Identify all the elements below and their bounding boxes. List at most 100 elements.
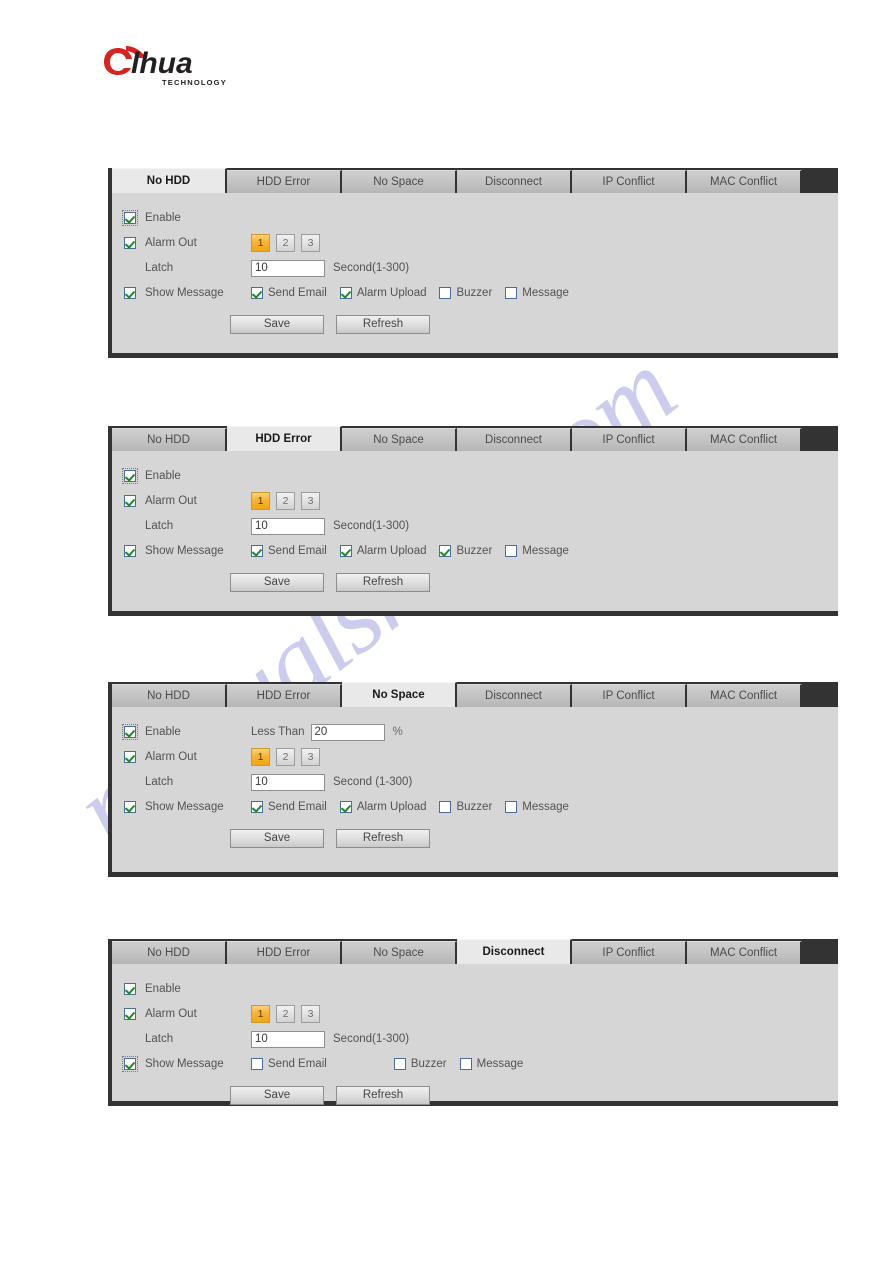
tab-disconnect[interactable]: Disconnect bbox=[457, 170, 572, 193]
send-email-label: Send Email bbox=[268, 801, 327, 813]
show-message-label: Show Message bbox=[145, 801, 224, 813]
save-button[interactable]: Save bbox=[230, 829, 324, 848]
message-checkbox[interactable] bbox=[505, 545, 518, 557]
send-email-group: Send Email bbox=[251, 801, 327, 813]
alarm-out-channel-2[interactable]: 2 bbox=[276, 492, 295, 510]
alarm-out-channel-1[interactable]: 1 bbox=[251, 748, 270, 766]
refresh-button[interactable]: Refresh bbox=[336, 315, 430, 334]
send-email-checkbox[interactable] bbox=[251, 287, 263, 299]
enable-label: Enable bbox=[145, 212, 181, 224]
tab-mac-conflict[interactable]: MAC Conflict bbox=[687, 684, 802, 707]
alarm-out-channel-3[interactable]: 3 bbox=[301, 234, 320, 252]
tab-disconnect[interactable]: Disconnect bbox=[457, 428, 572, 451]
tab-strip-filler bbox=[802, 682, 838, 707]
latch-label: Latch bbox=[145, 1033, 174, 1045]
tab-hdd-error[interactable]: HDD Error bbox=[227, 426, 342, 451]
show-message-checkbox[interactable] bbox=[122, 1056, 138, 1072]
tab-no-hdd[interactable]: No HDD bbox=[112, 168, 227, 193]
action-button-row: Save Refresh bbox=[112, 1086, 838, 1105]
tab-ip-conflict[interactable]: IP Conflict bbox=[572, 941, 687, 964]
alarm-out-label: Alarm Out bbox=[145, 751, 197, 763]
latch-input[interactable] bbox=[251, 1030, 325, 1048]
tab-no-hdd[interactable]: No HDD bbox=[112, 684, 227, 707]
tab-ip-conflict[interactable]: IP Conflict bbox=[572, 428, 687, 451]
tab-disconnect[interactable]: Disconnect bbox=[457, 939, 572, 964]
refresh-button[interactable]: Refresh bbox=[336, 829, 430, 848]
enable-checkbox[interactable] bbox=[124, 983, 136, 995]
alarm-out-checkbox[interactable] bbox=[124, 237, 136, 249]
enable-checkbox[interactable] bbox=[122, 724, 138, 740]
message-group: Message bbox=[505, 545, 569, 557]
message-label: Message bbox=[522, 287, 569, 299]
latch-input[interactable] bbox=[251, 259, 325, 277]
save-button[interactable]: Save bbox=[230, 1086, 324, 1105]
alarm-out-channel-2[interactable]: 2 bbox=[276, 1005, 295, 1023]
alarm-upload-checkbox[interactable] bbox=[339, 801, 352, 813]
tab-ip-conflict[interactable]: IP Conflict bbox=[572, 684, 687, 707]
tab-strip: No HDD HDD Error No Space Disconnect IP Conf… bbox=[112, 168, 838, 193]
tab-no-space[interactable]: No Space bbox=[342, 428, 457, 451]
latch-row: Latch Second(1-300) bbox=[112, 515, 838, 537]
alarm-upload-checkbox[interactable] bbox=[339, 545, 352, 557]
tab-ip-conflict[interactable]: IP Conflict bbox=[572, 170, 687, 193]
alarm-out-channel-1[interactable]: 1 bbox=[251, 1005, 270, 1023]
panel-body: Enable Alarm Out 123 Latch Second(1-300) Show… bbox=[112, 193, 838, 353]
space-threshold-input[interactable] bbox=[310, 723, 385, 741]
tab-no-space[interactable]: No Space bbox=[342, 170, 457, 193]
show-message-label: Show Message bbox=[145, 287, 224, 299]
buzzer-label: Buzzer bbox=[456, 287, 493, 299]
show-message-checkbox[interactable] bbox=[124, 545, 136, 557]
panel-body: Enable Alarm Out 123 Latch Second(1-300) Show… bbox=[112, 964, 838, 1105]
send-email-checkbox[interactable] bbox=[251, 1058, 263, 1070]
show-message-checkbox[interactable] bbox=[124, 801, 136, 813]
latch-input[interactable] bbox=[251, 517, 325, 535]
latch-label: Latch bbox=[145, 520, 174, 532]
tab-mac-conflict[interactable]: MAC Conflict bbox=[687, 428, 802, 451]
buzzer-group: Buzzer bbox=[439, 287, 492, 299]
tab-no-space[interactable]: No Space bbox=[342, 682, 457, 707]
save-button[interactable]: Save bbox=[230, 573, 324, 592]
tab-no-hdd[interactable]: No HDD bbox=[112, 941, 227, 964]
tab-mac-conflict[interactable]: MAC Conflict bbox=[687, 941, 802, 964]
latch-row: Latch Second (1-300) bbox=[112, 771, 838, 793]
tab-disconnect[interactable]: Disconnect bbox=[457, 684, 572, 707]
tab-no-hdd[interactable]: No HDD bbox=[112, 428, 227, 451]
buzzer-checkbox[interactable] bbox=[439, 545, 452, 557]
message-checkbox[interactable] bbox=[459, 1058, 472, 1070]
alarm-out-channel-2[interactable]: 2 bbox=[276, 234, 295, 252]
alarm-out-checkbox[interactable] bbox=[124, 495, 136, 507]
refresh-button[interactable]: Refresh bbox=[336, 1086, 430, 1105]
alarm-out-checkbox[interactable] bbox=[124, 1008, 136, 1020]
buzzer-checkbox[interactable] bbox=[439, 287, 452, 299]
message-checkbox[interactable] bbox=[505, 287, 518, 299]
alarm-out-channel-1[interactable]: 1 bbox=[251, 492, 270, 510]
alarm-out-channel-2[interactable]: 2 bbox=[276, 748, 295, 766]
show-message-checkbox[interactable] bbox=[124, 287, 136, 299]
alarm-out-channel-3[interactable]: 3 bbox=[301, 1005, 320, 1023]
refresh-button[interactable]: Refresh bbox=[336, 573, 430, 592]
tab-hdd-error[interactable]: HDD Error bbox=[227, 941, 342, 964]
tab-mac-conflict[interactable]: MAC Conflict bbox=[687, 170, 802, 193]
latch-hint: Second(1-300) bbox=[333, 1033, 410, 1045]
alarm-out-label: Alarm Out bbox=[145, 1008, 197, 1020]
alarm-upload-checkbox[interactable] bbox=[339, 287, 352, 299]
enable-checkbox[interactable] bbox=[122, 468, 138, 484]
alarm-out-row: Alarm Out 1 2 3 bbox=[112, 746, 838, 768]
buzzer-checkbox[interactable] bbox=[393, 1058, 406, 1070]
alarm-out-channel-3[interactable]: 3 bbox=[301, 492, 320, 510]
enable-checkbox[interactable] bbox=[122, 210, 138, 226]
tab-hdd-error[interactable]: HDD Error bbox=[227, 684, 342, 707]
alarm-out-channel-3[interactable]: 3 bbox=[301, 748, 320, 766]
message-checkbox[interactable] bbox=[505, 801, 518, 813]
alarm-out-checkbox[interactable] bbox=[124, 751, 136, 763]
tab-no-space[interactable]: No Space bbox=[342, 941, 457, 964]
latch-input[interactable] bbox=[251, 773, 325, 791]
save-button[interactable]: Save bbox=[230, 315, 324, 334]
alarm-out-channel-1[interactable]: 1 bbox=[251, 234, 270, 252]
tab-strip: No HDD HDD Error No Space Disconnect IP Conf… bbox=[112, 682, 838, 707]
send-email-checkbox[interactable] bbox=[251, 545, 263, 557]
send-email-checkbox[interactable] bbox=[251, 801, 263, 813]
tab-hdd-error[interactable]: HDD Error bbox=[227, 170, 342, 193]
buzzer-checkbox[interactable] bbox=[439, 801, 452, 813]
enable-row: Enable bbox=[112, 465, 838, 487]
